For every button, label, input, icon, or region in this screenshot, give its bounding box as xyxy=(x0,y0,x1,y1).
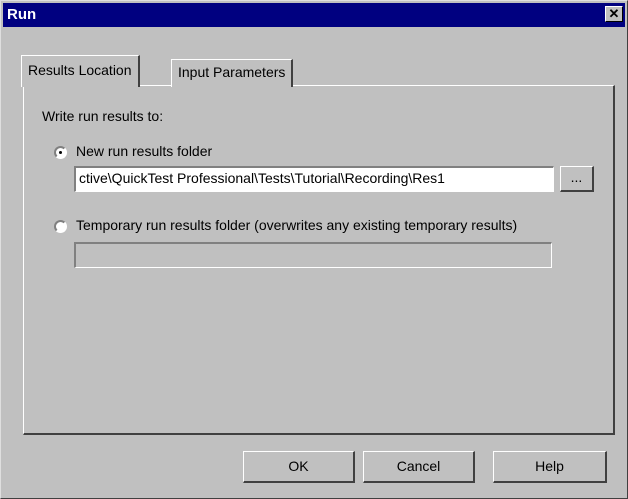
temp-path-field xyxy=(74,242,552,268)
results-location-panel: Write run results to: New run results fo… xyxy=(23,85,615,435)
window-title: Run xyxy=(7,6,37,23)
help-button[interactable]: Help xyxy=(493,451,607,483)
results-path-field[interactable]: ctive\QuickTest Professional\Tests\Tutor… xyxy=(74,166,554,192)
browse-button[interactable]: ... xyxy=(560,166,594,192)
tab-input-parameters[interactable]: Input Parameters xyxy=(171,59,294,87)
temp-folder-radio[interactable] xyxy=(54,220,67,233)
cancel-button[interactable]: Cancel xyxy=(363,451,475,483)
new-folder-label[interactable]: New run results folder xyxy=(76,143,212,159)
new-folder-radio[interactable] xyxy=(54,146,67,159)
temp-folder-label[interactable]: Temporary run results folder (overwrites… xyxy=(76,217,517,233)
run-dialog: Run ✕ Results Location Input Parameters … xyxy=(0,0,628,499)
write-results-heading: Write run results to: xyxy=(42,108,164,124)
close-button[interactable]: ✕ xyxy=(605,6,623,22)
ok-button[interactable]: OK xyxy=(243,451,355,483)
tab-results-location[interactable]: Results Location xyxy=(21,55,140,87)
title-bar: Run ✕ xyxy=(3,3,625,27)
radio-selected-dot xyxy=(59,151,62,154)
